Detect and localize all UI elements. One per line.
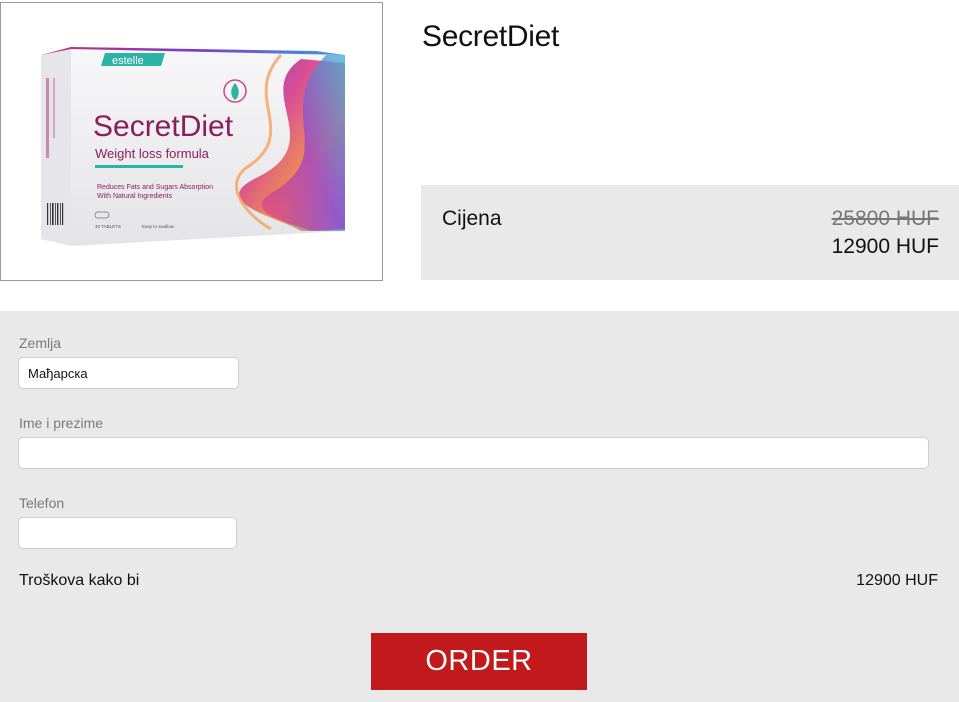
box-product-name: SecretDiet bbox=[93, 110, 234, 143]
total-label: Troškova kako bi bbox=[19, 572, 140, 589]
country-label: Zemlja bbox=[19, 335, 62, 351]
order-form: Zemlja Ime i prezime Telefon Troškova ka… bbox=[0, 311, 959, 702]
box-claim-1: Reduces Fats and Sugars Absorption bbox=[97, 184, 213, 191]
price-panel: Cijena 25800 HUF 12900 HUF bbox=[421, 185, 959, 280]
product-box-illustration: estelle SecretDiet Weight loss formula R… bbox=[41, 47, 345, 246]
box-claim-2: With Natural Ingredients bbox=[97, 193, 173, 200]
name-field[interactable] bbox=[18, 437, 929, 469]
brand-logo: estelle bbox=[112, 55, 144, 67]
order-button[interactable]: ORDER bbox=[371, 633, 587, 690]
box-subtitle: Weight loss formula bbox=[95, 146, 210, 161]
phone-label: Telefon bbox=[19, 495, 65, 511]
total-value: 12900 HUF bbox=[856, 572, 938, 589]
name-label: Ime i prezime bbox=[19, 415, 104, 431]
order-page: estelle SecretDiet Weight loss formula R… bbox=[0, 0, 959, 702]
box-tablets: 30 TABLETS bbox=[95, 224, 121, 229]
old-price: 25800 HUF bbox=[831, 207, 939, 230]
price-label: Cijena bbox=[442, 207, 502, 230]
product-title: SecretDiet bbox=[422, 20, 560, 53]
new-price: 12900 HUF bbox=[831, 235, 939, 258]
product-image: estelle SecretDiet Weight loss formula R… bbox=[0, 2, 383, 281]
phone-field[interactable] bbox=[18, 517, 237, 549]
box-swallow: Easy to swallow bbox=[142, 224, 175, 229]
country-field[interactable] bbox=[18, 357, 239, 389]
